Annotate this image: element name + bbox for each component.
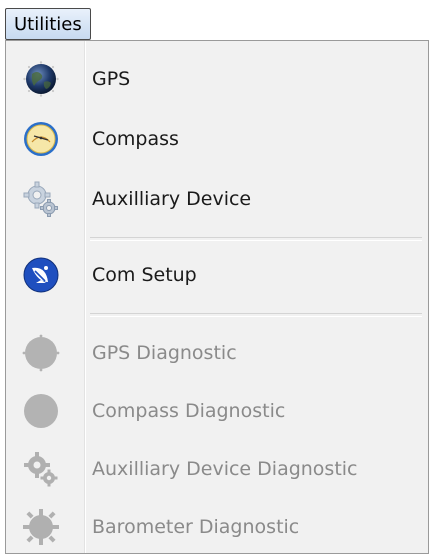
globe-icon [23, 61, 59, 97]
gears-diagnostic-icon [24, 452, 58, 487]
compass-icon [24, 122, 58, 156]
menu-item-label: Barometer Diagnostic [92, 516, 300, 538]
menu-item-gps[interactable]: GPS [6, 51, 428, 107]
menu-item-label: GPS [92, 68, 131, 90]
menu-item-barometer-diagnostic[interactable]: Barometer Diagnostic [6, 499, 428, 555]
menu-item-label: Auxilliary Device [92, 188, 252, 210]
satellite-dish-icon [23, 257, 59, 293]
menu-item-label: Com Setup [92, 264, 197, 286]
menu-separator [90, 237, 422, 241]
menu-item-label: Compass Diagnostic [92, 400, 286, 422]
menu-item-label: Compass [92, 128, 179, 150]
menu-item-gps-diagnostic[interactable]: GPS Diagnostic [6, 325, 428, 381]
utilities-menu-button[interactable]: Utilities [5, 8, 91, 40]
gears-icon [23, 181, 58, 217]
menu-item-com-setup[interactable]: Com Setup [6, 247, 428, 303]
utilities-dropdown-menu: GPS Compass Auxilliary Device Com Setup … [5, 40, 429, 554]
compass-diagnostic-icon [24, 394, 58, 428]
menu-item-auxilliary-device[interactable]: Auxilliary Device [6, 171, 428, 227]
menu-item-label: GPS Diagnostic [92, 342, 237, 364]
menu-item-compass[interactable]: Compass [6, 111, 428, 167]
menu-item-label: Auxilliary Device Diagnostic [92, 458, 358, 480]
menu-item-auxilliary-device-diagnostic[interactable]: Auxilliary Device Diagnostic [6, 441, 428, 497]
menu-item-compass-diagnostic[interactable]: Compass Diagnostic [6, 383, 428, 439]
barometer-diagnostic-icon [23, 509, 59, 545]
gps-diagnostic-icon [22, 334, 60, 372]
menu-separator [90, 313, 422, 317]
